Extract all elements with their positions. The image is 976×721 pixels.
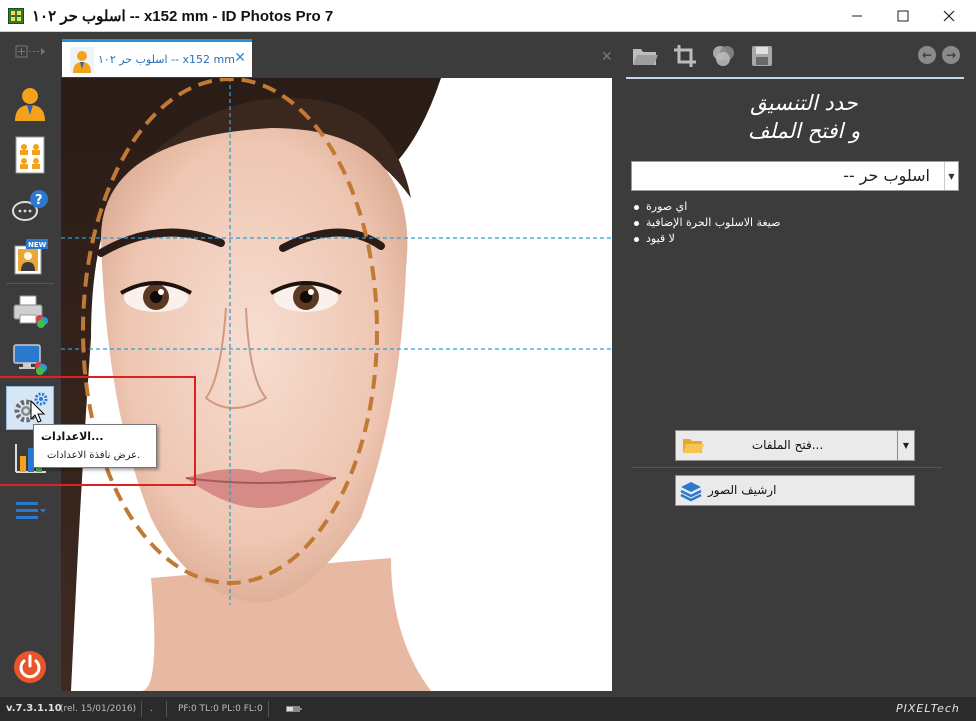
headline-line-2: و افتح الملف [747, 119, 861, 143]
tooltip-description: عرض نافذة الاعدادات. [47, 450, 141, 461]
photo-sheet-button[interactable] [6, 133, 54, 177]
app-icon [8, 8, 24, 24]
status-separator [141, 701, 142, 717]
format-info-list: اي صورة صيغة الاسلوب الحرة الإضافية لا ق… [632, 199, 832, 247]
version-label: v.7.3.1.10 [6, 703, 62, 714]
status-bar: v.7.3.1.10 (rel. 15/01/2016) . PF:0 TL:0… [0, 697, 976, 721]
document-tab-label: اسلوب حر ١٠٢ -- x152 mm [98, 53, 235, 66]
photo-archive-label: ارشيف الصور [708, 483, 777, 497]
new-template-button[interactable]: NEW [6, 235, 54, 279]
maximize-button[interactable] [880, 0, 926, 32]
portrait-photo[interactable] [61, 78, 612, 691]
back-button[interactable]: ← [918, 46, 936, 64]
chevron-down-icon: ▼ [902, 441, 910, 450]
mouse-cursor-icon [30, 400, 46, 423]
status-separator [268, 701, 269, 717]
save-disk-icon [752, 46, 772, 66]
add-arrow-icon [15, 45, 45, 58]
list-item: صيغة الاسلوب الحرة الإضافية [632, 215, 832, 231]
photo-sheet-icon [15, 136, 45, 174]
open-files-button[interactable]: فتح الملفات... [675, 430, 898, 461]
crop-button[interactable] [672, 43, 698, 69]
document-tab-bar: اسلوب حر ١٠٢ -- x152 mm ✕ ✕ [60, 33, 623, 77]
minimize-button[interactable] [834, 0, 880, 32]
panel-separator [632, 467, 942, 468]
tooltip-title: الاعدادات... [41, 430, 104, 443]
save-button[interactable] [749, 43, 775, 69]
open-files-label: فتح الملفات... [751, 438, 824, 452]
left-toolbar: ? NEW [0, 33, 60, 697]
format-select-value: اسلوب حر -- [843, 166, 930, 185]
printer-button[interactable] [6, 289, 54, 333]
photo-canvas[interactable] [61, 78, 612, 691]
status-separator [166, 701, 167, 717]
tab-bar-close-icon[interactable]: ✕ [601, 49, 613, 65]
maximize-icon [897, 10, 909, 22]
minimize-icon [852, 15, 862, 17]
document-tab[interactable]: اسلوب حر ١٠٢ -- x152 mm ✕ [62, 39, 252, 77]
list-item: اي صورة [632, 199, 832, 215]
forward-button[interactable]: → [942, 46, 960, 64]
svg-text:NEW: NEW [28, 241, 47, 249]
new-template-icon: NEW [14, 239, 48, 275]
format-select[interactable]: اسلوب حر -- ▼ [631, 161, 959, 191]
headline-line-1: حدد التنسيق [750, 91, 858, 115]
release-label: (rel. 15/01/2016) [60, 704, 137, 714]
help-chat-icon: ? [12, 190, 48, 221]
power-button[interactable] [6, 645, 54, 689]
add-arrow-button[interactable] [6, 39, 54, 65]
window-title: اسلوب حر ١٠٢ -- x152 mm - ID Photos Pro … [32, 8, 334, 25]
battery-indicator-icon [286, 706, 302, 712]
power-icon [14, 651, 46, 683]
settings-tooltip: الاعدادات... عرض نافذة الاعدادات. [33, 424, 157, 468]
svg-text:?: ? [35, 193, 43, 208]
status-dot: . [150, 704, 153, 714]
menu-button[interactable] [6, 489, 54, 533]
chevron-down-icon[interactable]: ▼ [944, 162, 958, 190]
close-icon [943, 10, 955, 22]
toolbar-separator [6, 283, 54, 284]
folder-open-icon [633, 49, 658, 65]
menu-list-icon [16, 502, 46, 519]
person-avatar-icon [70, 47, 94, 73]
monitor-color-button[interactable] [6, 337, 54, 381]
right-panel: ← → حدد التنسيق و افتح الملف اسلوب حر --… [624, 33, 976, 697]
folder-open-button[interactable] [632, 43, 658, 69]
title-bar: اسلوب حر ١٠٢ -- x152 mm - ID Photos Pro … [0, 0, 976, 32]
person-photo-icon [15, 88, 45, 121]
crop-icon [674, 45, 696, 67]
photo-archive-button[interactable]: ارشيف الصور [675, 475, 915, 506]
color-adjust-button[interactable] [710, 43, 736, 69]
counters-label: PF:0 TL:0 PL:0 FL:0 [178, 704, 263, 714]
help-chat-button[interactable]: ? [6, 185, 54, 229]
brand-logo: PIXELTech [896, 702, 960, 715]
close-button[interactable] [926, 0, 972, 32]
toolbar-underline [626, 77, 964, 79]
printer-icon [13, 295, 48, 328]
monitor-color-icon [13, 344, 47, 375]
color-adjust-icon [713, 46, 734, 66]
open-files-dropdown[interactable]: ▼ [898, 430, 915, 461]
list-item: لا قيود [632, 231, 832, 247]
tab-close-icon[interactable]: ✕ [234, 50, 246, 66]
panel-headline: حدد التنسيق و افتح الملف [724, 89, 884, 145]
layers-icon [680, 482, 702, 502]
person-photo-button[interactable] [6, 81, 54, 125]
